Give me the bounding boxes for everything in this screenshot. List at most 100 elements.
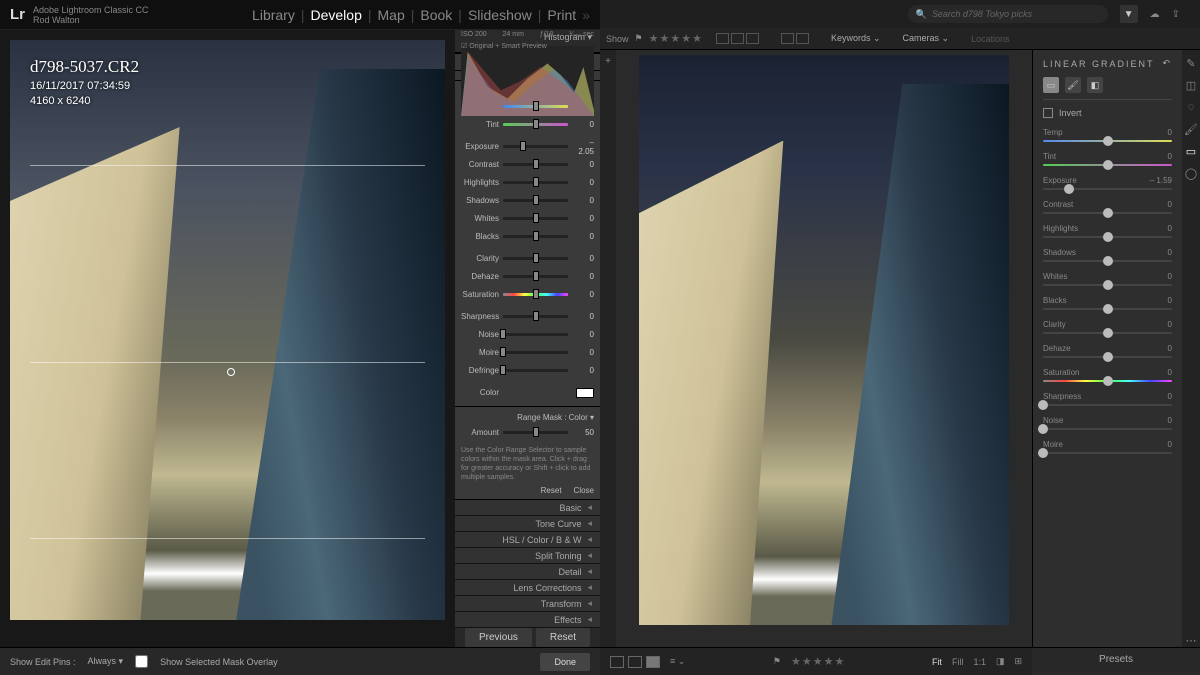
exposure-value[interactable]: – 2.05 [572,138,594,156]
shadows-slider[interactable] [503,199,568,202]
locations-dropdown[interactable]: Locations [963,31,1018,47]
noise-slider[interactable] [503,333,568,336]
done-button[interactable]: Done [540,653,590,671]
panel-effects[interactable]: Effects◂ [455,612,600,628]
view-mode-2[interactable] [731,33,744,44]
noise-slider[interactable] [1043,428,1172,430]
shadows-slider[interactable] [1043,260,1172,262]
search-input[interactable]: 🔍 Search d798 Tokyo picks [908,5,1108,23]
zoom-1to1[interactable]: 1:1 [973,657,986,667]
color-swatch[interactable] [576,388,594,398]
panel-transform[interactable]: Transform◂ [455,596,600,612]
panel-lens-corrections[interactable]: Lens Corrections◂ [455,580,600,596]
contrast-value[interactable]: 0 [572,160,594,169]
highlights-slider[interactable] [503,181,568,184]
heal-icon[interactable]: ◌ [1184,100,1198,114]
temp-value[interactable]: 0 [1168,128,1172,137]
noise-value[interactable]: 0 [572,330,594,339]
contrast-slider[interactable] [503,163,568,166]
exposure-slider[interactable] [503,145,568,148]
compare-icon[interactable]: ◨ [996,656,1005,667]
brush-mask-icon[interactable]: 🖌 [1065,77,1081,93]
dehaze-slider[interactable] [503,275,568,278]
shadows-value[interactable]: 0 [1168,248,1172,257]
blacks-slider[interactable] [1043,308,1172,310]
highlights-value[interactable]: 0 [1168,224,1172,233]
keywords-dropdown[interactable]: Keywords ⌄ [823,30,889,47]
gradient-center-pin[interactable] [227,368,235,376]
saturation-value[interactable]: 0 [572,290,594,299]
saturation-slider[interactable] [1043,380,1172,382]
moire-value[interactable]: 0 [572,348,594,357]
gradient-line-top[interactable] [30,165,425,166]
module-book[interactable]: Book [418,7,454,23]
panel-split-toning[interactable]: Split Toning◂ [455,548,600,564]
eraser-mask-icon[interactable]: ◧ [1087,77,1103,93]
cameras-dropdown[interactable]: Cameras ⌄ [895,30,958,47]
module-develop[interactable]: Develop [308,7,363,23]
undo-icon[interactable]: ↶ [1162,58,1172,69]
panel-hsl-color-b-w[interactable]: HSL / Color / B & W◂ [455,532,600,548]
exposure-slider[interactable] [1043,188,1172,190]
pins-dropdown[interactable]: Always ▾ [88,656,124,667]
cc-preview-image[interactable] [639,55,1009,625]
zoom-fit[interactable]: Fit [932,657,942,667]
module-print[interactable]: Print [545,7,578,23]
highlights-value[interactable]: 0 [572,178,594,187]
view-mode-3[interactable] [746,33,759,44]
module-map[interactable]: Map [376,7,407,23]
view-mode-1[interactable] [716,33,729,44]
gradient-line-bottom[interactable] [30,538,425,539]
dehaze-slider[interactable] [1043,356,1172,358]
tint-slider[interactable] [503,123,568,126]
clarity-value[interactable]: 0 [572,254,594,263]
gradient-mask-icon[interactable]: ▭ [1043,77,1059,93]
amount-value[interactable]: 50 [572,428,594,437]
module-slideshow[interactable]: Slideshow [466,7,534,23]
invert-checkbox[interactable] [1043,108,1053,118]
panel-basic[interactable]: Basic◂ [455,500,600,516]
saturation-slider[interactable] [503,293,568,296]
shadows-value[interactable]: 0 [572,196,594,205]
clarity-slider[interactable] [503,257,568,260]
whites-slider[interactable] [1043,284,1172,286]
saturation-value[interactable]: 0 [1168,368,1172,377]
noise-value[interactable]: 0 [1168,416,1172,425]
moire-slider[interactable] [503,351,568,354]
range-mask-dropdown[interactable]: Range Mask : Color ▾ [461,411,594,424]
grid-view-icon[interactable] [610,656,624,668]
contrast-slider[interactable] [1043,212,1172,214]
filmstrip-icon[interactable]: ⊞ [1014,656,1022,667]
rating-stars[interactable]: ★★★★★ [791,655,844,668]
view-mode-4[interactable] [781,33,794,44]
previous-button[interactable]: Previous [465,628,532,647]
crop-icon[interactable]: ◫ [1184,78,1198,92]
tint-slider[interactable] [1043,164,1172,166]
defringe-slider[interactable] [503,369,568,372]
sharpness-slider[interactable] [1043,404,1172,406]
add-icon[interactable]: + [605,56,611,67]
square-view-icon[interactable] [628,656,642,668]
rating-filter[interactable]: ★★★★★ [649,32,702,45]
blacks-slider[interactable] [503,235,568,238]
sort-dropdown[interactable]: ≡ ⌄ [670,656,685,667]
reset-button[interactable]: Reset [536,628,590,647]
panel-tone-curve[interactable]: Tone Curve◂ [455,516,600,532]
tint-value[interactable]: 0 [572,120,594,129]
dehaze-value[interactable]: 0 [1168,344,1172,353]
temp-slider[interactable] [1043,140,1172,142]
whites-value[interactable]: 0 [1168,272,1172,281]
highlights-slider[interactable] [1043,236,1172,238]
view-mode-5[interactable] [796,33,809,44]
cloud-icon[interactable]: ☁ [1150,9,1160,20]
edit-icon[interactable]: ✎ [1184,56,1198,70]
filter-button[interactable]: ▼ [1120,5,1138,23]
more-icon[interactable]: ⋯ [1184,633,1198,647]
gradient-line-mid[interactable] [30,362,425,363]
clarity-slider[interactable] [1043,332,1172,334]
dehaze-value[interactable]: 0 [572,272,594,281]
linear-gradient-icon[interactable]: ▭ [1184,144,1198,158]
exposure-value[interactable]: – 1.59 [1150,176,1172,185]
contrast-value[interactable]: 0 [1168,200,1172,209]
radial-gradient-icon[interactable]: ◯ [1184,166,1198,180]
